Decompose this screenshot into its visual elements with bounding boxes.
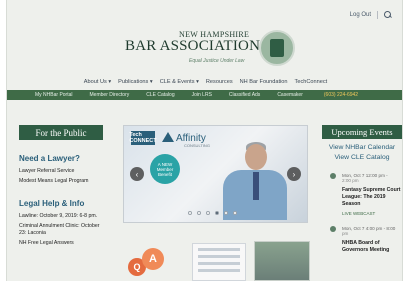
qa-graphic[interactable]: Q A <box>126 248 174 281</box>
calendar-links: View NHBar Calendar View CLE Catalog <box>322 143 402 163</box>
event-tag: LIVE WEBCAST <box>342 211 376 216</box>
event-item[interactable]: Mon, Oct 7 4:00 pm - 8:00 pm NHBA Board … <box>322 226 402 254</box>
carousel-prev-button[interactable]: ‹ <box>130 167 144 181</box>
carousel-dots <box>188 211 237 215</box>
lawline-link[interactable]: Lawline: October 9, 2019: 6-8 pm. <box>19 213 103 221</box>
carousel-dot[interactable] <box>233 211 237 215</box>
logo-line2: BAR ASSOCIATION <box>125 38 261 54</box>
nav-nh-bar-foundation[interactable]: NH Bar Foundation <box>240 79 288 85</box>
legal-help-list: Lawline: October 9, 2019: 6-8 pm. Crimin… <box>19 213 103 247</box>
member-benefit-badge: A NEW Member Benefit <box>150 154 180 184</box>
techconnect-logo: Tech CONNECT <box>129 131 157 145</box>
hero-carousel[interactable]: Tech CONNECT Affinity CONSULTING A NEW M… <box>123 125 308 223</box>
phone-number[interactable]: (603) 224-6942 <box>324 92 358 98</box>
right-sidebar: Upcoming Events View NHBar Calendar View… <box>322 125 402 254</box>
publication-thumbnail[interactable] <box>192 243 246 281</box>
event-item[interactable]: Mon, Oct 7 12:00 pm - 2:00 pm Fantasy Su… <box>322 173 402 216</box>
event-date: Mon, Oct 7 4:00 pm - 8:00 <box>342 226 396 231</box>
left-sidebar: For the Public Need a Lawyer? Lawyer Ref… <box>19 125 103 250</box>
hero-photo <box>209 142 297 220</box>
seal-icon <box>259 30 295 66</box>
logo-tagline: Equal Justice Under Law <box>189 58 245 64</box>
view-cle-catalog-link[interactable]: View CLE Catalog <box>322 153 402 163</box>
util-classified-ads[interactable]: Classified Ads <box>229 92 260 98</box>
need-lawyer-heading[interactable]: Need a Lawyer? <box>19 154 103 163</box>
nav-about-us[interactable]: About Us ▾ <box>84 79 111 85</box>
carousel-dot[interactable] <box>197 211 201 215</box>
utility-links: Log Out <box>350 11 392 19</box>
carousel-next-button[interactable]: › <box>287 167 301 181</box>
need-lawyer-list: Lawyer Referral Service Modest Means Leg… <box>19 168 103 185</box>
page: Log Out NEW HAMPSHIRE BAR ASSOCIATION Eq… <box>6 0 403 281</box>
event-dot-icon <box>330 173 336 179</box>
lawyer-referral-link[interactable]: Lawyer Referral Service <box>19 168 103 176</box>
util-cle-catalog[interactable]: CLE Catalog <box>146 92 174 98</box>
util-member-directory[interactable]: Member Directory <box>90 92 130 98</box>
affinity-triangle-icon <box>162 132 174 142</box>
a-bubble: A <box>142 248 164 270</box>
carousel-dot[interactable] <box>188 211 192 215</box>
modest-means-link[interactable]: Modest Means Legal Program <box>19 178 103 186</box>
event-time: 2:00 pm <box>342 178 359 183</box>
nav-resources[interactable]: Resources <box>206 79 233 85</box>
carousel-dot[interactable] <box>206 211 210 215</box>
free-legal-answers-link[interactable]: NH Free Legal Answers <box>19 240 103 248</box>
event-time: pm <box>342 231 349 236</box>
divider <box>377 11 378 19</box>
view-nhbar-calendar-link[interactable]: View NHBar Calendar <box>322 143 402 153</box>
util-casemaker[interactable]: Casemaker <box>277 92 303 98</box>
photo-thumbnail[interactable] <box>254 241 310 281</box>
event-dot-icon <box>330 226 336 232</box>
nav-publications[interactable]: Publications ▾ <box>118 79 153 85</box>
event-title[interactable]: NHBA Board of Governors Meeting <box>342 240 402 254</box>
upcoming-events-title: Upcoming Events <box>322 125 402 139</box>
nav-techconnect[interactable]: TechConnect <box>295 79 328 85</box>
utility-bar: My NHBar Portal Member Directory CLE Cat… <box>7 90 402 100</box>
util-join-lrs[interactable]: Join LRS <box>192 92 212 98</box>
carousel-dot[interactable] <box>224 211 228 215</box>
for-the-public-title: For the Public <box>19 125 103 140</box>
util-my-portal[interactable]: My NHBar Portal <box>35 92 73 98</box>
annulment-clinic-link[interactable]: Criminal Annulment Clinic: October 23: L… <box>19 223 103 238</box>
main-nav: About Us ▾ Publications ▾ CLE & Events ▾… <box>7 79 402 85</box>
affinity-sub: CONSULTING <box>184 143 210 148</box>
carousel-dot-active[interactable] <box>215 211 219 215</box>
nav-cle-events[interactable]: CLE & Events ▾ <box>160 79 199 85</box>
log-out-link[interactable]: Log Out <box>350 12 371 18</box>
search-icon[interactable] <box>384 11 392 19</box>
legal-help-heading[interactable]: Legal Help & Info <box>19 199 103 208</box>
event-title[interactable]: Fantasy Supreme Court League: The 2019 S… <box>342 187 402 208</box>
